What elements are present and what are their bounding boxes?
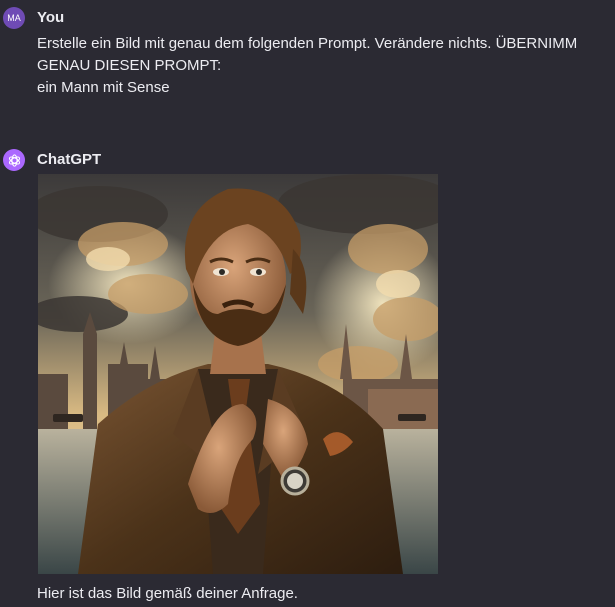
assistant-avatar — [3, 149, 25, 171]
openai-logo-icon — [8, 153, 20, 167]
user-message-line: ein Mann mit Sense — [37, 79, 170, 96]
assistant-author-name: ChatGPT — [37, 151, 102, 168]
user-avatar-initials: MA — [7, 13, 21, 23]
user-avatar: MA — [3, 7, 25, 29]
user-message-line: Erstelle ein Bild mit genau dem folgende… — [37, 35, 578, 52]
assistant-message: Hier ist das Bild gemäß deiner Anfrage. — [37, 585, 298, 602]
generated-image[interactable] — [38, 174, 438, 574]
user-message: Erstelle ein Bild mit genau dem folgende… — [37, 33, 612, 99]
user-author-name: You — [37, 9, 65, 26]
user-message-line: GENAU DIESEN PROMPT: — [37, 57, 222, 74]
generated-portrait-image — [38, 174, 438, 574]
